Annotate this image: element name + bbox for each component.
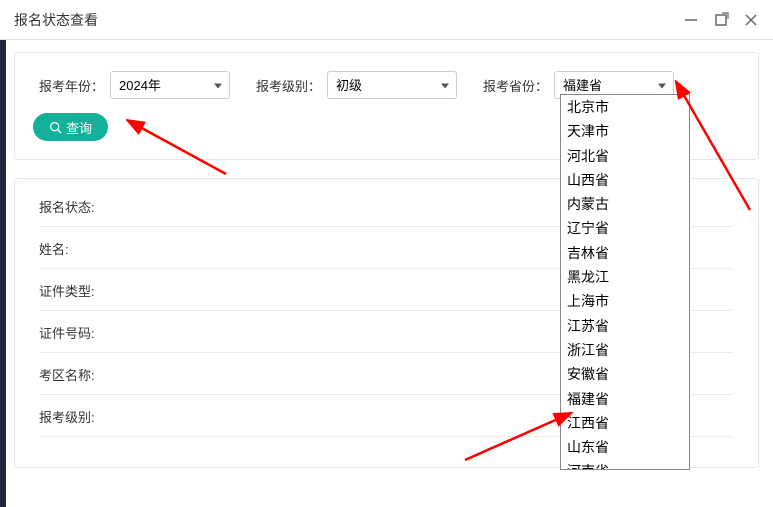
- province-dropdown[interactable]: 北京市天津市河北省山西省内蒙古辽宁省吉林省黑龙江上海市江苏省浙江省安徽省福建省江…: [560, 94, 690, 470]
- window-title: 报名状态查看: [14, 10, 683, 30]
- province-dropdown-item[interactable]: 上海市: [561, 289, 689, 313]
- province-dropdown-item[interactable]: 江西省: [561, 411, 689, 435]
- query-button-label: 查询: [66, 118, 92, 137]
- query-button[interactable]: 查询: [33, 113, 108, 141]
- province-dropdown-item[interactable]: 江苏省: [561, 314, 689, 338]
- close-button[interactable]: [743, 12, 759, 28]
- province-dropdown-item[interactable]: 吉林省: [561, 241, 689, 265]
- province-dropdown-item[interactable]: 北京市: [561, 95, 689, 119]
- window-left-edge: [0, 40, 6, 507]
- year-label: 报考年份：: [39, 76, 104, 95]
- titlebar: 报名状态查看: [0, 0, 773, 40]
- province-dropdown-item[interactable]: 浙江省: [561, 338, 689, 362]
- minimize-button[interactable]: [683, 12, 699, 28]
- maximize-button[interactable]: [713, 12, 729, 28]
- province-dropdown-item[interactable]: 福建省: [561, 387, 689, 411]
- province-dropdown-item[interactable]: 河北省: [561, 144, 689, 168]
- level-select[interactable]: 初级: [327, 71, 457, 99]
- year-select[interactable]: 2024年: [110, 71, 230, 99]
- province-dropdown-item[interactable]: 辽宁省: [561, 216, 689, 240]
- window-controls: [683, 12, 759, 28]
- level-group: 报考级别： 初级: [256, 71, 457, 99]
- level-label: 报考级别：: [256, 76, 321, 95]
- province-dropdown-item[interactable]: 黑龙江: [561, 265, 689, 289]
- province-label: 报考省份：: [483, 76, 548, 95]
- province-dropdown-item[interactable]: 河南省: [561, 459, 689, 470]
- province-dropdown-item[interactable]: 天津市: [561, 119, 689, 143]
- province-dropdown-item[interactable]: 内蒙古: [561, 192, 689, 216]
- province-dropdown-item[interactable]: 山东省: [561, 435, 689, 459]
- search-icon: [49, 121, 62, 134]
- province-dropdown-item[interactable]: 山西省: [561, 168, 689, 192]
- year-group: 报考年份： 2024年: [39, 71, 230, 99]
- province-dropdown-item[interactable]: 安徽省: [561, 362, 689, 386]
